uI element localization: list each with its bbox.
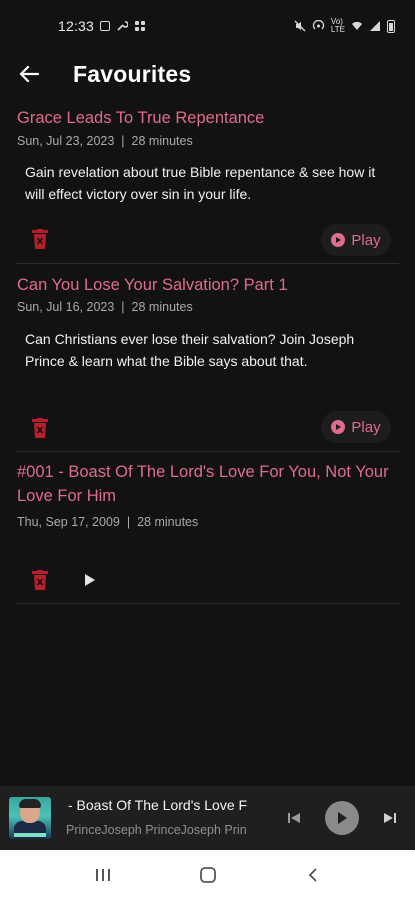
meta-separator: | — [121, 134, 125, 148]
episode-duration: 28 minutes — [131, 300, 193, 314]
skip-next-icon — [384, 813, 396, 823]
back-nav-button[interactable] — [293, 855, 333, 895]
trash-icon — [32, 418, 48, 438]
play-button[interactable]: Play — [321, 224, 391, 256]
next-button[interactable] — [380, 808, 400, 828]
signal-icon — [370, 21, 380, 31]
play-circle-icon — [331, 420, 346, 434]
home-icon — [199, 867, 216, 883]
wifi-icon — [352, 21, 362, 30]
play-icon — [85, 574, 95, 586]
episode-meta: Sun, Jul 23, 2023 | 28 minutes — [17, 134, 193, 148]
status-right: Vo) LTE — [294, 18, 395, 34]
skip-previous-icon — [288, 813, 300, 823]
divider — [16, 603, 399, 604]
episode-description: Gain revelation about true Bible repenta… — [25, 164, 376, 202]
home-button[interactable] — [188, 855, 228, 895]
now-playing-artist: PrinceJoseph PrinceJoseph Prin — [66, 823, 247, 837]
trash-icon — [32, 570, 48, 590]
back-button[interactable] — [0, 52, 58, 96]
now-playing-title[interactable]: - Boast Of The Lord's Love F — [68, 797, 256, 813]
episode-meta: Thu, Sep 17, 2009 | 28 minutes — [17, 515, 198, 529]
play-icon — [338, 812, 347, 824]
status-left: 12:33 — [58, 18, 146, 34]
delete-button[interactable] — [28, 415, 52, 441]
play-label: Play — [351, 231, 381, 249]
recent-apps-button[interactable] — [83, 855, 123, 895]
meta-separator: | — [126, 515, 131, 529]
hotspot-icon — [312, 20, 325, 30]
album-art[interactable] — [9, 797, 51, 839]
previous-button[interactable] — [284, 808, 304, 828]
episode-duration: 28 minutes — [137, 515, 199, 529]
battery-icon — [387, 19, 395, 33]
status-time: 12:33 — [58, 18, 95, 34]
meta-separator: | — [121, 300, 125, 314]
album-art-label — [14, 833, 46, 837]
recent-apps-icon — [95, 869, 110, 881]
play-circle-icon — [331, 233, 346, 247]
play-button[interactable]: Play — [321, 411, 391, 443]
arrow-left-icon — [19, 65, 39, 83]
grid-icon — [135, 21, 146, 31]
play-label: Play — [351, 418, 381, 436]
page-title: Favourites — [73, 60, 192, 87]
episode-date: Sun, Jul 16, 2023 — [17, 300, 115, 314]
wrench-icon — [117, 21, 129, 31]
episode-title[interactable]: #001 - Boast Of The Lord's Love For You,… — [17, 460, 395, 508]
trash-icon — [32, 229, 48, 249]
volte-icon: Vo) LTE — [330, 17, 345, 34]
divider — [16, 451, 399, 452]
episode-title[interactable]: Can You Lose Your Salvation? Part 1 — [17, 273, 395, 297]
mute-icon — [294, 20, 306, 32]
episode-card: #001 - Boast Of The Lord's Love For You,… — [0, 460, 415, 604]
mini-play-button[interactable] — [325, 801, 359, 835]
status-bar: 12:33 Vo) LTE — [0, 0, 415, 52]
episode-title[interactable]: Grace Leads To True Repentance — [17, 106, 395, 130]
system-nav-bar — [0, 850, 415, 900]
episode-date: Sun, Jul 23, 2023 — [17, 134, 115, 148]
episode-duration: 28 minutes — [131, 134, 193, 148]
chevron-left-icon — [308, 868, 317, 882]
episode-date: Thu, Sep 17, 2009 — [17, 515, 120, 529]
episode-meta: Sun, Jul 16, 2023 | 28 minutes — [17, 300, 193, 314]
delete-button[interactable] — [28, 567, 52, 593]
delete-button[interactable] — [28, 226, 52, 252]
episode-card: Grace Leads To True Repentance Sun, Jul … — [0, 106, 415, 264]
album-art-hair — [19, 799, 41, 808]
episode-card: Can You Lose Your Salvation? Part 1 Sun,… — [0, 273, 415, 453]
divider — [16, 263, 399, 264]
gallery-icon — [100, 21, 111, 31]
app-bar: Favourites — [0, 52, 415, 96]
episode-description: Can Christians ever lose their salvation… — [25, 331, 355, 369]
play-button[interactable] — [80, 570, 100, 590]
mini-player[interactable]: - Boast Of The Lord's Love F PrinceJosep… — [0, 786, 415, 850]
